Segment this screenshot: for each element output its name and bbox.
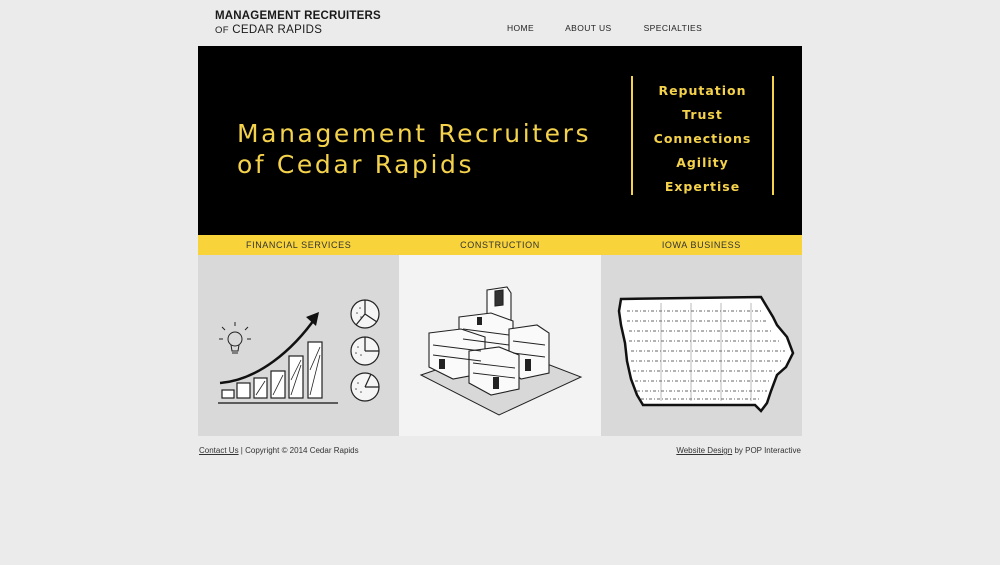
iowa-map-icon xyxy=(617,295,795,413)
values-box: Reputation Trust Connections Agility Exp… xyxy=(631,76,774,195)
construction-image[interactable] xyxy=(399,255,601,436)
site-logo[interactable]: MANAGEMENT RECRUITERS OF CEDAR RAPIDS xyxy=(215,10,381,38)
banner-title-line-2: of Cedar Rapids xyxy=(237,150,475,179)
nav-about-us[interactable]: ABOUT US xyxy=(565,23,612,33)
main-nav: HOME ABOUT US SPECIALTIES xyxy=(507,23,734,33)
logo-line-2: OF CEDAR RAPIDS xyxy=(215,23,381,38)
banner-title: Management Recruiters of Cedar Rapids xyxy=(237,118,591,180)
logo-line-1: MANAGEMENT RECRUITERS xyxy=(215,10,381,22)
footer-credit: Website Design by POP Interactive xyxy=(676,446,801,455)
financial-services-image[interactable] xyxy=(198,255,399,436)
website-design-link[interactable]: Website Design xyxy=(676,446,732,455)
banner-title-line-1: Management Recruiters xyxy=(237,119,592,148)
building-sketch-icon xyxy=(419,286,583,416)
value-item: Agility xyxy=(676,155,729,170)
value-item: Connections xyxy=(653,131,752,146)
logo-city: CEDAR RAPIDS xyxy=(232,24,323,36)
specialty-construction[interactable]: CONSTRUCTION xyxy=(399,235,600,255)
hero-banner: Management Recruiters of Cedar Rapids Re… xyxy=(198,46,802,235)
contact-us-link[interactable]: Contact Us xyxy=(199,446,239,455)
value-item: Trust xyxy=(682,107,723,122)
specialty-panels xyxy=(198,255,802,436)
values-list: Reputation Trust Connections Agility Exp… xyxy=(633,79,772,199)
value-item: Reputation xyxy=(658,83,747,98)
nav-specialties[interactable]: SPECIALTIES xyxy=(644,23,703,33)
growth-chart-sketch-icon xyxy=(218,299,380,404)
nav-home[interactable]: HOME xyxy=(507,23,534,33)
iowa-business-image[interactable] xyxy=(601,255,802,436)
design-credit-text: by POP Interactive xyxy=(732,446,801,455)
copyright-text: | Copyright © 2014 Cedar Rapids xyxy=(238,446,359,455)
footer-copyright: Contact Us | Copyright © 2014 Cedar Rapi… xyxy=(199,446,359,455)
specialties-strip: FINANCIAL SERVICES CONSTRUCTION IOWA BUS… xyxy=(198,235,802,255)
specialty-financial-services[interactable]: FINANCIAL SERVICES xyxy=(198,235,399,255)
logo-of: OF xyxy=(215,25,229,36)
value-item: Expertise xyxy=(664,179,741,194)
specialty-iowa-business[interactable]: IOWA BUSINESS xyxy=(601,235,802,255)
